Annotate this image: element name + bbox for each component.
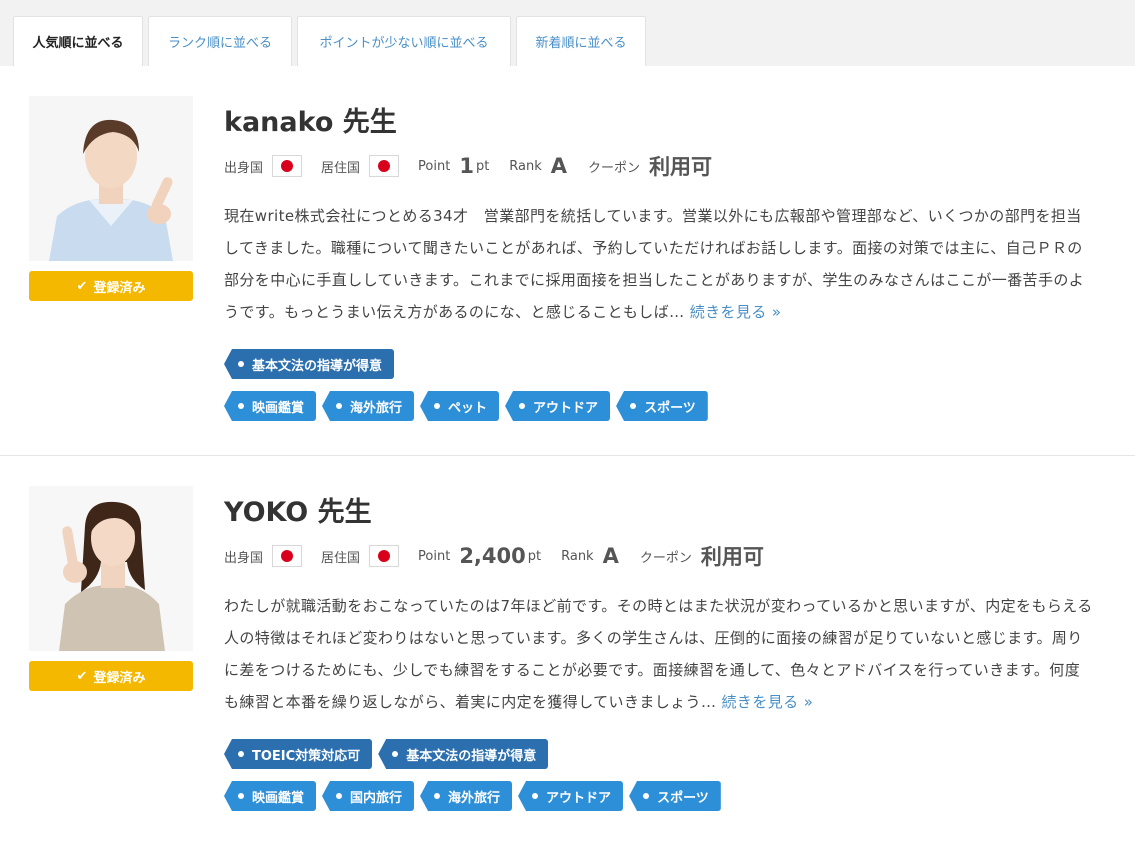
residence-label: 居住国: [321, 160, 361, 176]
tag[interactable]: 基本文法の指導が得意: [378, 739, 549, 769]
sort-tab-bar: 人気順に並べる ランク順に並べる ポイントが少ない順に並べる 新着順に並べる: [0, 0, 1135, 66]
read-more-link[interactable]: 続きを見る »: [690, 303, 782, 321]
tag[interactable]: 海外旅行: [420, 781, 513, 811]
residence-label: 居住国: [321, 550, 361, 566]
registered-label: 登録済み: [93, 670, 146, 686]
rank-label: Rank: [509, 158, 542, 174]
japan-flag-icon: [369, 155, 400, 177]
coupon-label: クーポン: [639, 550, 692, 566]
origin-label: 出身国: [224, 160, 264, 176]
point-label: Point: [418, 158, 451, 174]
tag[interactable]: 映画鑑賞: [224, 391, 317, 421]
tag[interactable]: アウトドア: [505, 391, 611, 421]
teacher-name[interactable]: YOKO 先生: [224, 490, 372, 529]
interest-tags: 映画鑑賞 国内旅行 海外旅行 アウトドア スポーツ: [224, 781, 727, 811]
teacher-photo[interactable]: [29, 486, 193, 651]
point-value: 1: [459, 154, 474, 178]
tag[interactable]: TOEIC対策対応可: [224, 739, 373, 769]
tag[interactable]: アウトドア: [518, 781, 624, 811]
teacher-portrait-image: [29, 96, 193, 261]
registered-badge[interactable]: ✔ 登録済み: [29, 661, 193, 691]
japan-flag-icon: [272, 545, 303, 567]
check-icon: ✔: [76, 668, 88, 684]
japan-flag-icon: [369, 545, 400, 567]
coupon-value: 利用可: [700, 545, 764, 569]
origin-label: 出身国: [224, 550, 264, 566]
skill-tags: 基本文法の指導が得意: [224, 349, 400, 379]
rank-label: Rank: [561, 548, 594, 564]
teacher-card: ✔ 登録済み kanako 先生 出身国 居住国 Point 1 pt Rank…: [0, 66, 1135, 456]
teacher-meta: 出身国 居住国 Point 2,400 pt Rank A クーポン 利用可: [224, 542, 764, 570]
description-text: わたしが就職活動をおこなっていたのは7年ほど前です。その時とはまた状況が変わって…: [224, 597, 1093, 711]
read-more-link[interactable]: 続きを見る »: [722, 693, 814, 711]
teacher-description: わたしが就職活動をおこなっていたのは7年ほど前です。その時とはまた状況が変わって…: [224, 590, 1094, 718]
coupon-value: 利用可: [649, 155, 713, 179]
tab-sort-popular[interactable]: 人気順に並べる: [13, 16, 143, 66]
teacher-name[interactable]: kanako 先生: [224, 100, 397, 139]
rank-value: A: [550, 154, 568, 178]
tag[interactable]: スポーツ: [616, 391, 708, 421]
rank-value: A: [602, 544, 619, 568]
tag[interactable]: 基本文法の指導が得意: [224, 349, 395, 379]
point-label: Point: [418, 548, 451, 564]
teacher-photo[interactable]: [29, 96, 193, 261]
coupon-label: クーポン: [588, 160, 641, 176]
registered-badge[interactable]: ✔ 登録済み: [29, 271, 193, 301]
registered-label: 登録済み: [93, 280, 146, 296]
interest-tags: 映画鑑賞 海外旅行 ペット アウトドア スポーツ: [224, 391, 714, 421]
tab-sort-rank[interactable]: ランク順に並べる: [148, 16, 292, 66]
japan-flag-icon: [272, 155, 303, 177]
skill-tags: TOEIC対策対応可 基本文法の指導が得意: [224, 739, 554, 769]
tag[interactable]: 海外旅行: [322, 391, 415, 421]
teacher-card: ✔ 登録済み YOKO 先生 出身国 居住国 Point 2,400 pt Ra…: [0, 456, 1135, 847]
teacher-meta: 出身国 居住国 Point 1 pt Rank A クーポン 利用可: [224, 152, 712, 180]
point-value: 2,400: [459, 544, 526, 568]
check-icon: ✔: [76, 278, 88, 294]
tag[interactable]: スポーツ: [629, 781, 721, 811]
description-text: 現在write株式会社につとめる34才 営業部門を統括しています。営業以外にも広…: [224, 207, 1085, 321]
teacher-portrait-image: [29, 486, 193, 651]
tag[interactable]: ペット: [420, 391, 500, 421]
point-unit: pt: [527, 548, 542, 564]
teacher-description: 現在write株式会社につとめる34才 営業部門を統括しています。営業以外にも広…: [224, 200, 1094, 328]
tag[interactable]: 映画鑑賞: [224, 781, 317, 811]
point-unit: pt: [475, 158, 490, 174]
tag[interactable]: 国内旅行: [322, 781, 415, 811]
tab-sort-low-points[interactable]: ポイントが少ない順に並べる: [297, 16, 511, 66]
tab-sort-newest[interactable]: 新着順に並べる: [516, 16, 646, 66]
